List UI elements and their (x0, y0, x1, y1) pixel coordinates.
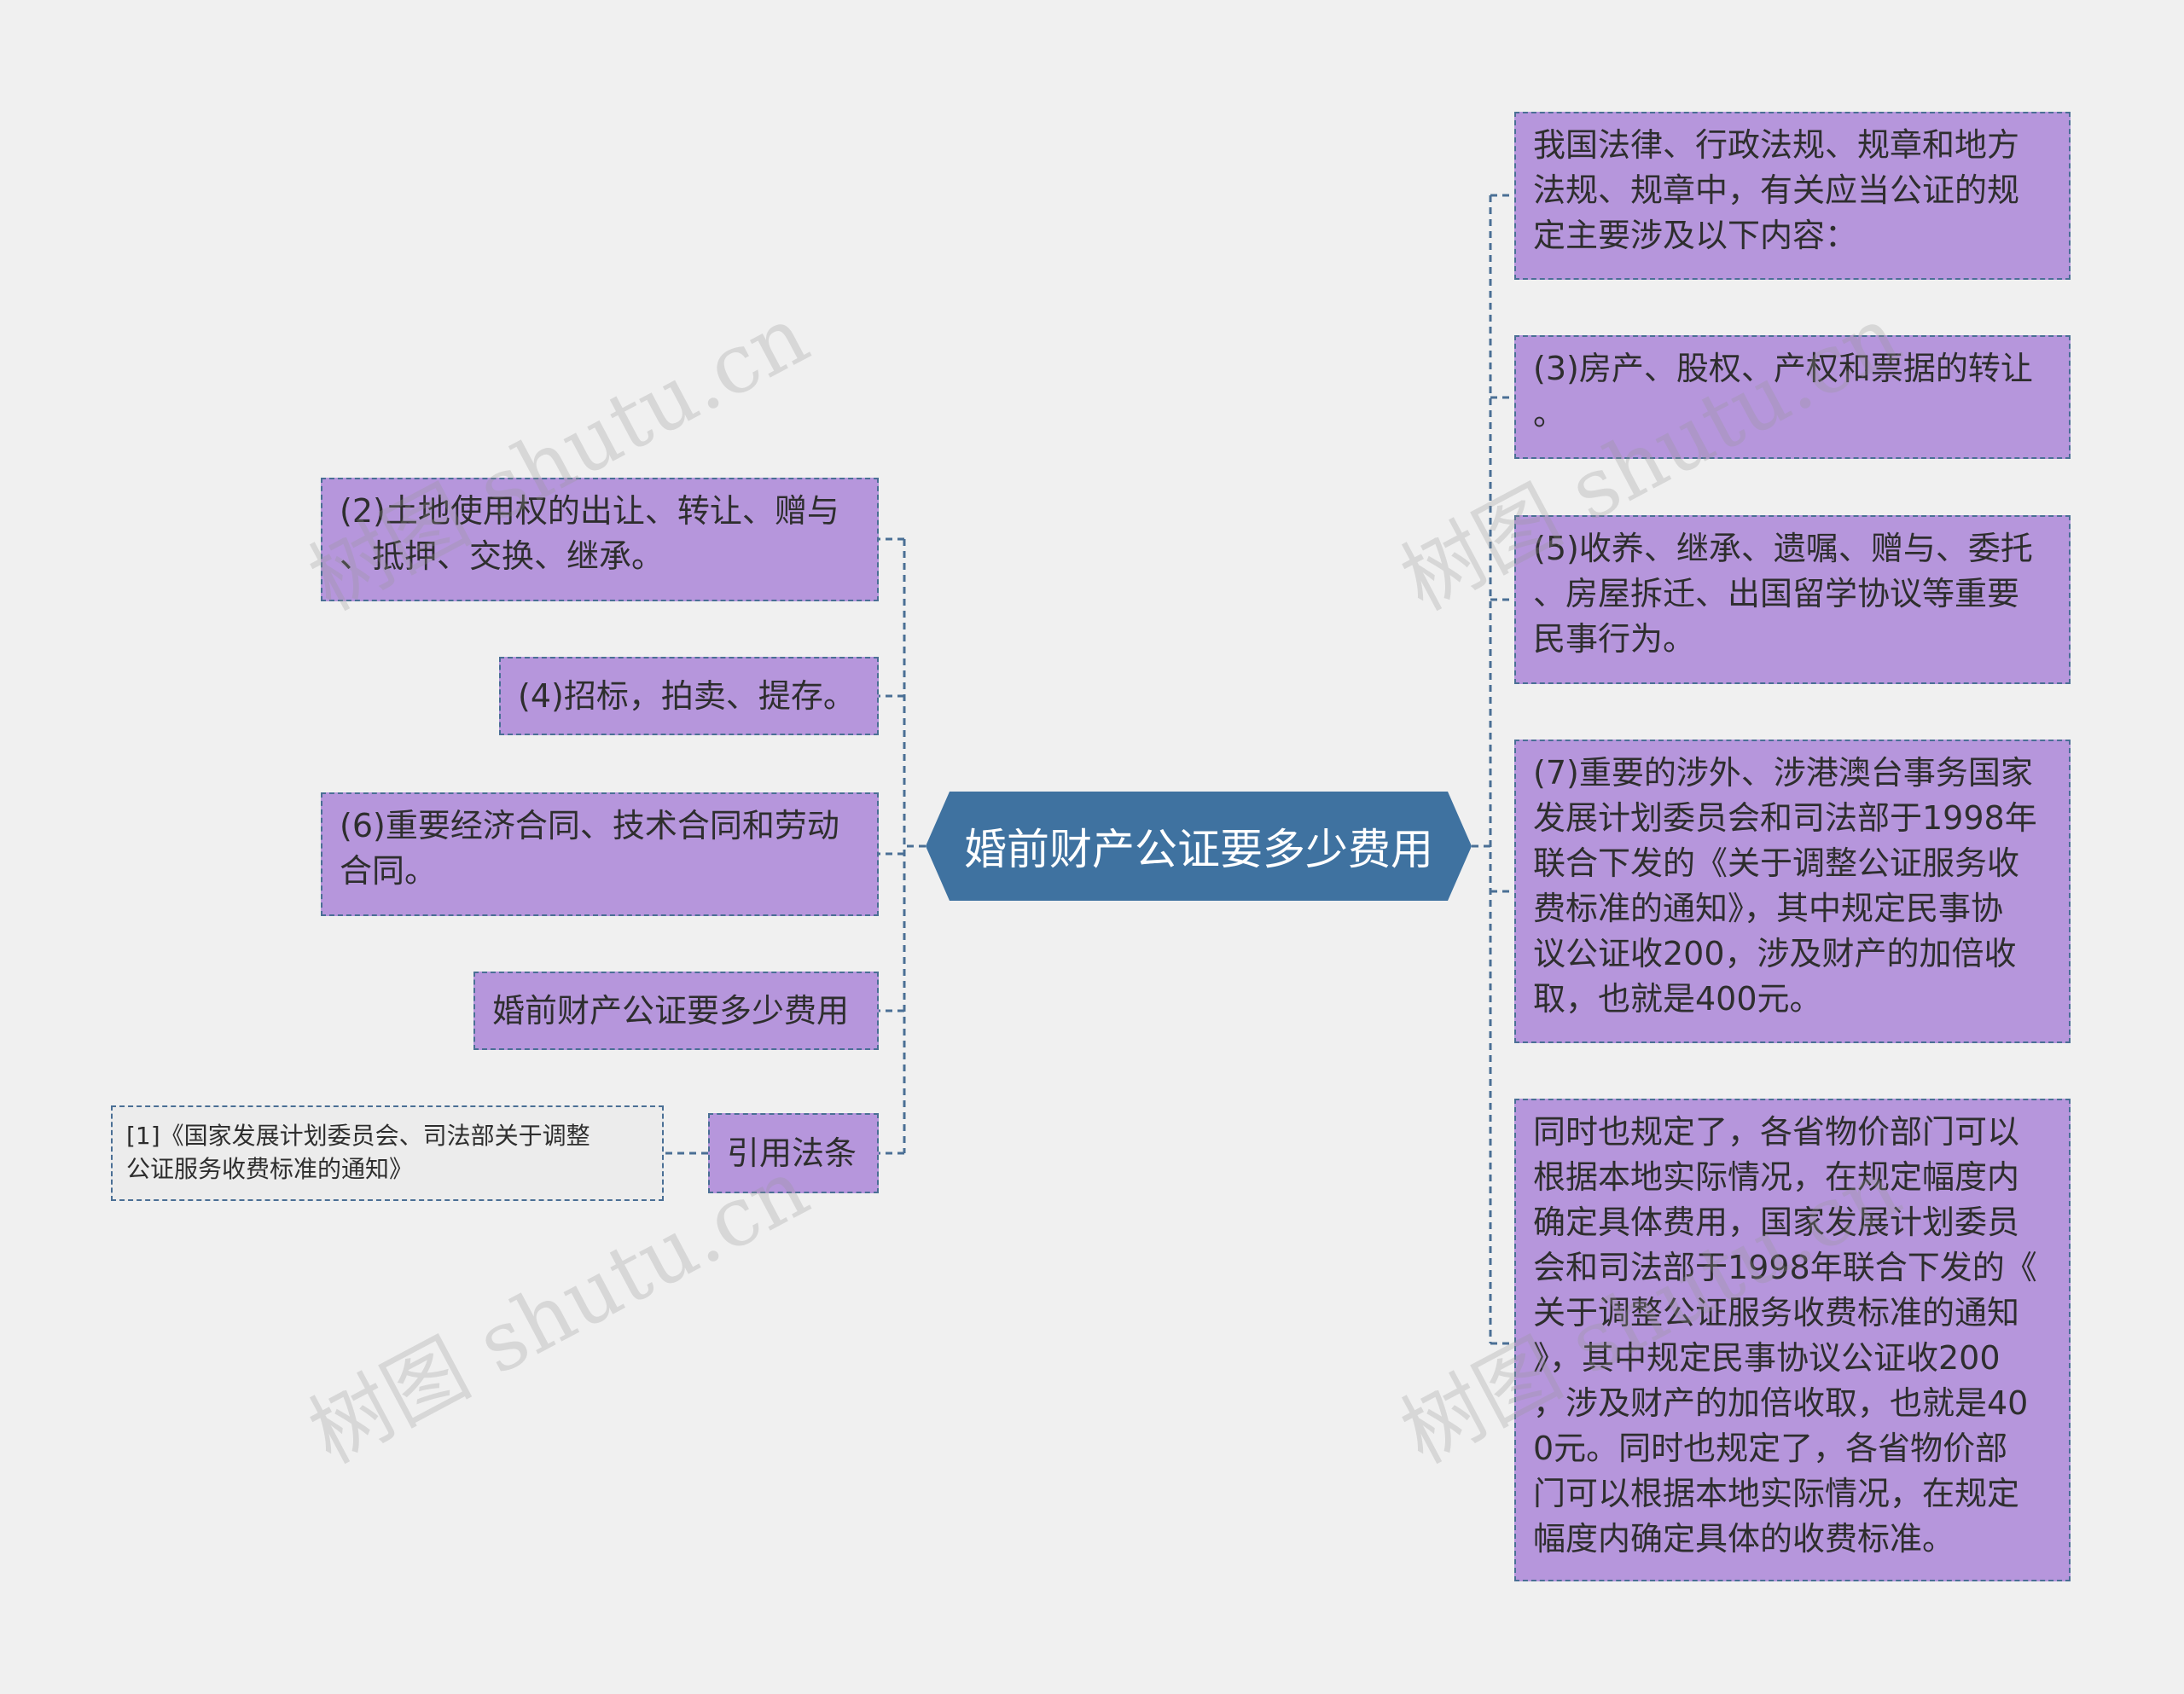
right-node-legal-scope[interactable]: 我国法律、行政法规、规章和地方 法规、规章中，有关应当公证的规 定主要涉及以下内… (1514, 112, 2071, 280)
central-topic[interactable]: 婚前财产公证要多少费用 (926, 792, 1472, 901)
right-node-property-transfer[interactable]: (3)房产、股权、产权和票据的转让 。 (1514, 335, 2071, 459)
connector-right-trunk (1472, 195, 1492, 1343)
right-node-price-regulation[interactable]: 同时也规定了，各省物价部门可以 根据本地实际情况，在规定幅度内 确定具体费用，国… (1514, 1099, 2071, 1581)
reference-node[interactable]: [1]《国家发展计划委员会、司法部关于调整 公证服务收费标准的通知》 (111, 1105, 664, 1201)
left-node-cited-law[interactable]: 引用法条 (708, 1113, 879, 1193)
mindmap-canvas: 婚前财产公证要多少费用 (2)土地使用权的出让、转让、赠与 、抵押、交换、继承。… (0, 0, 2184, 1694)
left-node-economic-contracts[interactable]: (6)重要经济合同、技术合同和劳动 合同。 (321, 792, 879, 916)
left-node-premarital-fee[interactable]: 婚前财产公证要多少费用 (473, 972, 879, 1050)
connector-left-trunk (903, 539, 926, 1153)
left-node-land-use-rights[interactable]: (2)土地使用权的出让、转让、赠与 、抵押、交换、继承。 (321, 478, 879, 601)
central-topic-label: 婚前财产公证要多少费用 (964, 825, 1433, 874)
left-node-bidding-auction[interactable]: (4)招标，拍卖、提存。 (499, 657, 879, 735)
right-node-foreign-affairs-fee[interactable]: (7)重要的涉外、涉港澳台事务国家 发展计划委员会和司法部于1998年 联合下发… (1514, 740, 2071, 1043)
right-node-civil-acts[interactable]: (5)收养、继承、遗嘱、赠与、委托 、房屋拆迁、出国留学协议等重要 民事行为。 (1514, 515, 2071, 684)
